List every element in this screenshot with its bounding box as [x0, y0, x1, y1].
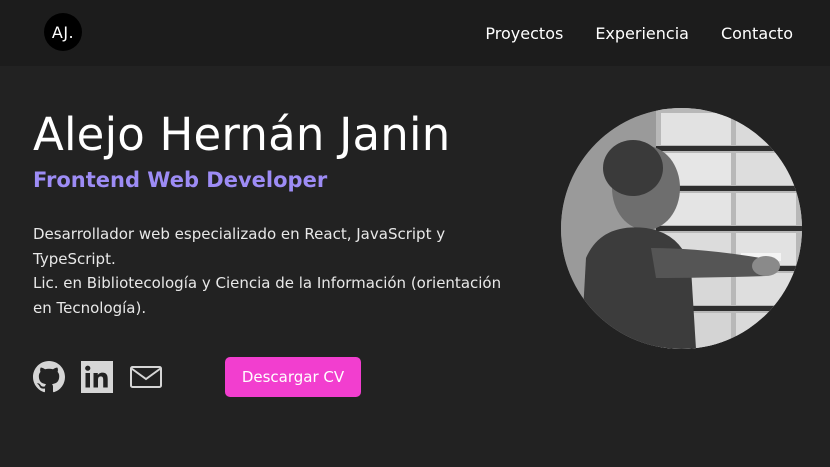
description-line-1: Desarrollador web especializado en React… [33, 225, 446, 268]
mail-icon[interactable] [129, 361, 162, 393]
hero-name: Alejo Hernán Janin [33, 108, 451, 161]
social-links [33, 360, 162, 394]
description-line-2: Lic. en Bibliotecología y Ciencia de la … [33, 274, 502, 317]
logo[interactable]: AJ. [44, 13, 82, 51]
hero-role: Frontend Web Developer [33, 168, 328, 192]
nav-link-experiencia[interactable]: Experiencia [595, 24, 689, 43]
nav-link-contacto[interactable]: Contacto [721, 24, 793, 43]
nav-links: Proyectos Experiencia Contacto [485, 0, 793, 66]
hero-description: Desarrollador web especializado en React… [33, 222, 513, 320]
avatar [561, 108, 802, 349]
navbar: AJ. Proyectos Experiencia Contacto [0, 0, 830, 66]
download-cv-button[interactable]: Descargar CV [225, 357, 361, 397]
profile-photo [561, 108, 802, 349]
linkedin-icon[interactable] [81, 361, 113, 393]
nav-link-proyectos[interactable]: Proyectos [485, 24, 563, 43]
github-icon[interactable] [33, 361, 65, 393]
